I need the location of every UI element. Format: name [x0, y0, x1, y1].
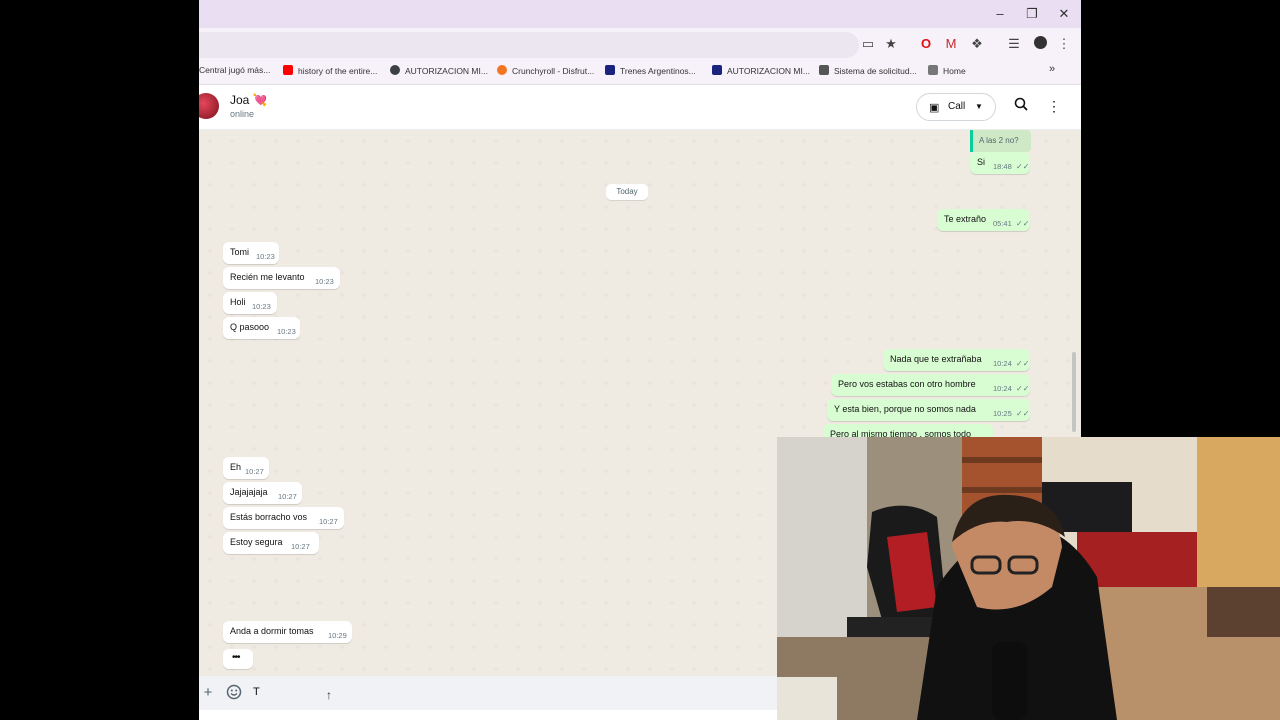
- bookmark-item[interactable]: history of the entire...: [283, 65, 377, 76]
- trenes-icon: [605, 65, 615, 75]
- message-bubble[interactable]: Te extraño 05:41 ✓✓: [937, 209, 1030, 231]
- chat-header: Joa 💘 online ▣ Call ▼ ⋮: [199, 85, 1081, 130]
- message-bubble[interactable]: Q pasooo 10:23: [223, 317, 300, 339]
- webcam-overlay: [777, 437, 1280, 720]
- attach-plus-icon[interactable]: +: [199, 684, 217, 702]
- message-bubble[interactable]: Estás borracho vos 10:27: [223, 507, 344, 529]
- message-bubble[interactable]: Jajajajaja 10:27: [223, 482, 302, 504]
- crunchyroll-icon: [497, 65, 507, 75]
- minimize-icon[interactable]: –: [990, 6, 1010, 22]
- message-bubble[interactable]: Anda a dormir tomas 10:29: [223, 621, 352, 643]
- emoji-icon[interactable]: [225, 684, 243, 702]
- bookmarks-bar: Central jugó más... history of the entir…: [199, 60, 1081, 85]
- browser-menu-icon[interactable]: ⋮: [1056, 36, 1072, 52]
- date-separator: Today: [606, 184, 648, 200]
- bookmark-star-icon[interactable]: ★: [883, 36, 899, 52]
- message-bubble[interactable]: Eh 10:27: [223, 457, 269, 479]
- contact-status: online: [230, 109, 255, 119]
- install-app-icon[interactable]: ▭: [860, 36, 876, 52]
- bookmark-item[interactable]: Crunchyroll - Disfrut...: [497, 65, 594, 76]
- message-bubble[interactable]: Pero vos estabas con otro hombre 10:24 ✓…: [831, 374, 1030, 396]
- message-bubble[interactable]: Holi 10:23: [223, 292, 277, 314]
- bookmark-item[interactable]: Trenes Argentinos...: [605, 65, 696, 76]
- message-bubble[interactable]: Estoy segura 10:27: [223, 532, 319, 554]
- quoted-message[interactable]: A las 2 no?: [970, 130, 1031, 152]
- video-camera-icon: ▣: [929, 102, 940, 114]
- media-control-icon[interactable]: ☰: [1006, 36, 1022, 52]
- title-bar: – ❐ ✕: [199, 0, 1081, 28]
- document-icon: [712, 65, 722, 75]
- car-icon: [819, 65, 829, 75]
- close-icon[interactable]: ✕: [1054, 6, 1074, 22]
- search-icon[interactable]: [1012, 97, 1030, 115]
- contact-name[interactable]: Joa 💘: [230, 93, 268, 107]
- avatar[interactable]: [199, 93, 219, 119]
- bookmarks-overflow-icon[interactable]: »: [1049, 63, 1055, 75]
- bookmark-item[interactable]: AUTORIZACION MI...: [712, 65, 810, 76]
- address-bar[interactable]: [199, 32, 859, 58]
- profile-avatar-icon[interactable]: [1032, 36, 1048, 52]
- bookmark-item[interactable]: Central jugó más...: [199, 65, 270, 75]
- home-icon: [928, 65, 938, 75]
- call-label: Call: [948, 101, 966, 112]
- message-bubble[interactable]: Y esta bien, porque no somos nada 10:25 …: [827, 399, 1030, 421]
- webcam-image: [777, 437, 1280, 720]
- chevron-down-icon: ▼: [975, 102, 983, 111]
- message-bubble[interactable]: Recién me levanto 10:23: [223, 267, 340, 289]
- message-bubble[interactable]: Nada que te extrañaba 10:24 ✓✓: [883, 349, 1030, 371]
- globe-icon: [390, 65, 400, 75]
- message-bubble[interactable]: Si 18:48 ✓✓: [970, 152, 1030, 174]
- chat-menu-icon[interactable]: ⋮: [1045, 97, 1063, 115]
- chat-scrollbar[interactable]: [1072, 352, 1076, 432]
- restore-icon[interactable]: ❐: [1022, 6, 1042, 22]
- youtube-icon: [283, 65, 293, 75]
- message-input[interactable]: T: [253, 686, 260, 698]
- text-cursor-icon: ↑: [326, 688, 332, 702]
- message-bubble[interactable]: Tomi 10:23: [223, 242, 279, 264]
- typing-indicator: •••: [223, 649, 253, 669]
- extensions-icon[interactable]: ❖: [969, 36, 985, 52]
- bookmark-item[interactable]: Sistema de solicitud...: [819, 65, 917, 76]
- bookmark-item[interactable]: AUTORIZACION MI...: [390, 65, 488, 76]
- call-button[interactable]: ▣ Call ▼: [916, 93, 996, 121]
- opera-extension-icon[interactable]: O: [918, 36, 934, 52]
- bookmark-item[interactable]: Home: [928, 65, 966, 76]
- mail-extension-icon[interactable]: M: [943, 36, 959, 52]
